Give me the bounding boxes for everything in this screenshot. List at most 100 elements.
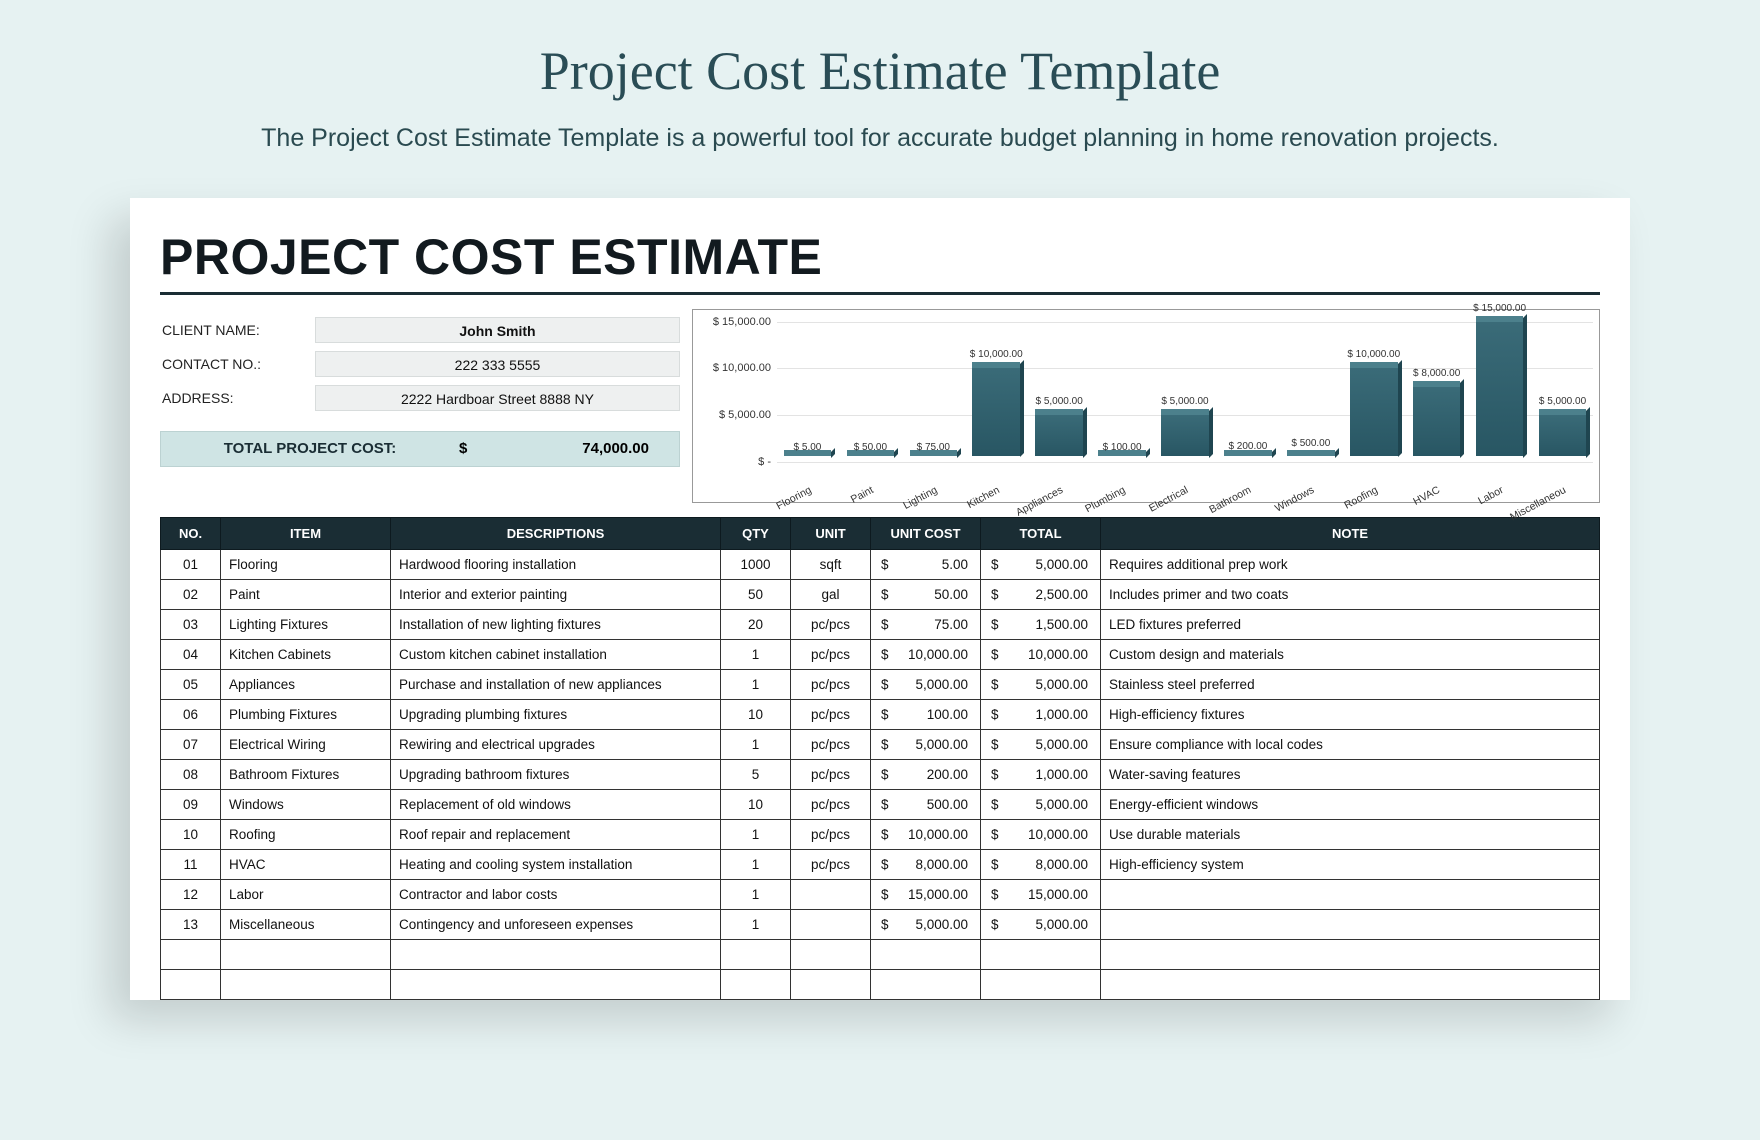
- table-cell: 10: [721, 789, 791, 819]
- table-cell: [1101, 969, 1600, 999]
- table-header: TOTAL: [981, 517, 1101, 549]
- table-cell: $5,000.00: [981, 789, 1101, 819]
- table-cell: 1: [721, 639, 791, 669]
- chart-bar: Kitchen$ 10,000.00: [966, 362, 1027, 455]
- table-cell: $2,500.00: [981, 579, 1101, 609]
- bar-category-label: Bathroom: [1208, 484, 1254, 516]
- table-cell: 20: [721, 609, 791, 639]
- table-row: 02PaintInterior and exterior painting50g…: [161, 579, 1600, 609]
- bar-value-label: $ 15,000.00: [1473, 303, 1526, 314]
- bar-value-label: $ 200.00: [1228, 441, 1267, 452]
- table-cell: $1,000.00: [981, 699, 1101, 729]
- table-cell: 05: [161, 669, 221, 699]
- table-cell: Paint: [221, 579, 391, 609]
- table-header: NOTE: [1101, 517, 1600, 549]
- table-cell: Upgrading plumbing fixtures: [391, 699, 721, 729]
- table-cell: [871, 969, 981, 999]
- table-cell: Requires additional prep work: [1101, 549, 1600, 579]
- table-header: UNIT: [791, 517, 871, 549]
- table-row: 12LaborContractor and labor costs1$15,00…: [161, 879, 1600, 909]
- table-cell: [981, 939, 1101, 969]
- bar-value-label: $ 10,000.00: [970, 349, 1023, 360]
- table-cell: $1,500.00: [981, 609, 1101, 639]
- table-cell: Hardwood flooring installation: [391, 549, 721, 579]
- bar-category-label: Appliances: [1014, 484, 1065, 519]
- table-row: 08Bathroom FixturesUpgrading bathroom fi…: [161, 759, 1600, 789]
- table-cell: Custom kitchen cabinet installation: [391, 639, 721, 669]
- table-cell: 13: [161, 909, 221, 939]
- table-cell: $15,000.00: [981, 879, 1101, 909]
- table-cell: LED fixtures preferred: [1101, 609, 1600, 639]
- table-cell: [1101, 939, 1600, 969]
- table-header: ITEM: [221, 517, 391, 549]
- table-cell: pc/pcs: [791, 609, 871, 639]
- table-cell: Water-saving features: [1101, 759, 1600, 789]
- table-cell: 07: [161, 729, 221, 759]
- table-cell: 01: [161, 549, 221, 579]
- document-preview: PROJECT COST ESTIMATE CLIENT NAME: John …: [130, 198, 1630, 1000]
- table-cell: Use durable materials: [1101, 819, 1600, 849]
- cost-chart: $ 15,000.00$ 10,000.00$ 5,000.00$ - Floo…: [692, 309, 1600, 503]
- table-cell: $5.00: [871, 549, 981, 579]
- table-cell: Installation of new lighting fixtures: [391, 609, 721, 639]
- table-cell: 10: [161, 819, 221, 849]
- table-cell: 08: [161, 759, 221, 789]
- table-cell: $200.00: [871, 759, 981, 789]
- table-cell: $50.00: [871, 579, 981, 609]
- table-cell: $5,000.00: [871, 669, 981, 699]
- table-cell: [721, 969, 791, 999]
- table-cell: $8,000.00: [871, 849, 981, 879]
- table-cell: Windows: [221, 789, 391, 819]
- contact-value: 222 333 5555: [315, 351, 680, 377]
- table-cell: 10: [721, 699, 791, 729]
- table-row: [161, 939, 1600, 969]
- table-cell: 1: [721, 729, 791, 759]
- table-cell: Stainless steel preferred: [1101, 669, 1600, 699]
- table-cell: $10,000.00: [981, 639, 1101, 669]
- table-cell: 1: [721, 669, 791, 699]
- table-cell: sqft: [791, 549, 871, 579]
- bar-category-label: Kitchen: [965, 484, 1002, 511]
- table-cell: Bathroom Fixtures: [221, 759, 391, 789]
- table-cell: $5,000.00: [981, 729, 1101, 759]
- table-cell: [161, 939, 221, 969]
- table-row: 09WindowsReplacement of old windows10pc/…: [161, 789, 1600, 819]
- table-cell: Includes primer and two coats: [1101, 579, 1600, 609]
- table-row: 13MiscellaneousContingency and unforesee…: [161, 909, 1600, 939]
- chart-bar: Roofing$ 10,000.00: [1343, 362, 1404, 455]
- table-cell: pc/pcs: [791, 849, 871, 879]
- currency-symbol: $: [459, 440, 489, 457]
- table-cell: Lighting Fixtures: [221, 609, 391, 639]
- table-row: 07Electrical WiringRewiring and electric…: [161, 729, 1600, 759]
- table-cell: Contractor and labor costs: [391, 879, 721, 909]
- bar-value-label: $ 5,000.00: [1161, 396, 1208, 407]
- table-cell: [721, 939, 791, 969]
- table-row: 05AppliancesPurchase and installation of…: [161, 669, 1600, 699]
- table-cell: Replacement of old windows: [391, 789, 721, 819]
- table-cell: 12: [161, 879, 221, 909]
- table-cell: [981, 969, 1101, 999]
- page-title: Project Cost Estimate Template: [100, 40, 1660, 102]
- table-cell: Miscellaneous: [221, 909, 391, 939]
- table-cell: $5,000.00: [981, 909, 1101, 939]
- table-cell: [161, 969, 221, 999]
- table-cell: pc/pcs: [791, 669, 871, 699]
- table-cell: Appliances: [221, 669, 391, 699]
- table-cell: Roof repair and replacement: [391, 819, 721, 849]
- table-cell: Plumbing Fixtures: [221, 699, 391, 729]
- table-cell: pc/pcs: [791, 789, 871, 819]
- table-cell: 04: [161, 639, 221, 669]
- table-cell: Upgrading bathroom fixtures: [391, 759, 721, 789]
- table-header: UNIT COST: [871, 517, 981, 549]
- table-cell: HVAC: [221, 849, 391, 879]
- table-cell: pc/pcs: [791, 729, 871, 759]
- y-axis-tick: $ -: [758, 456, 771, 468]
- chart-bar: Flooring$ 5.00: [777, 450, 838, 456]
- page-subtitle: The Project Cost Estimate Template is a …: [100, 120, 1660, 158]
- table-cell: 1: [721, 909, 791, 939]
- table-cell: Energy-efficient windows: [1101, 789, 1600, 819]
- table-cell: [791, 879, 871, 909]
- client-name-value: John Smith: [315, 317, 680, 343]
- bar-category-label: HVAC: [1412, 484, 1443, 508]
- table-header: NO.: [161, 517, 221, 549]
